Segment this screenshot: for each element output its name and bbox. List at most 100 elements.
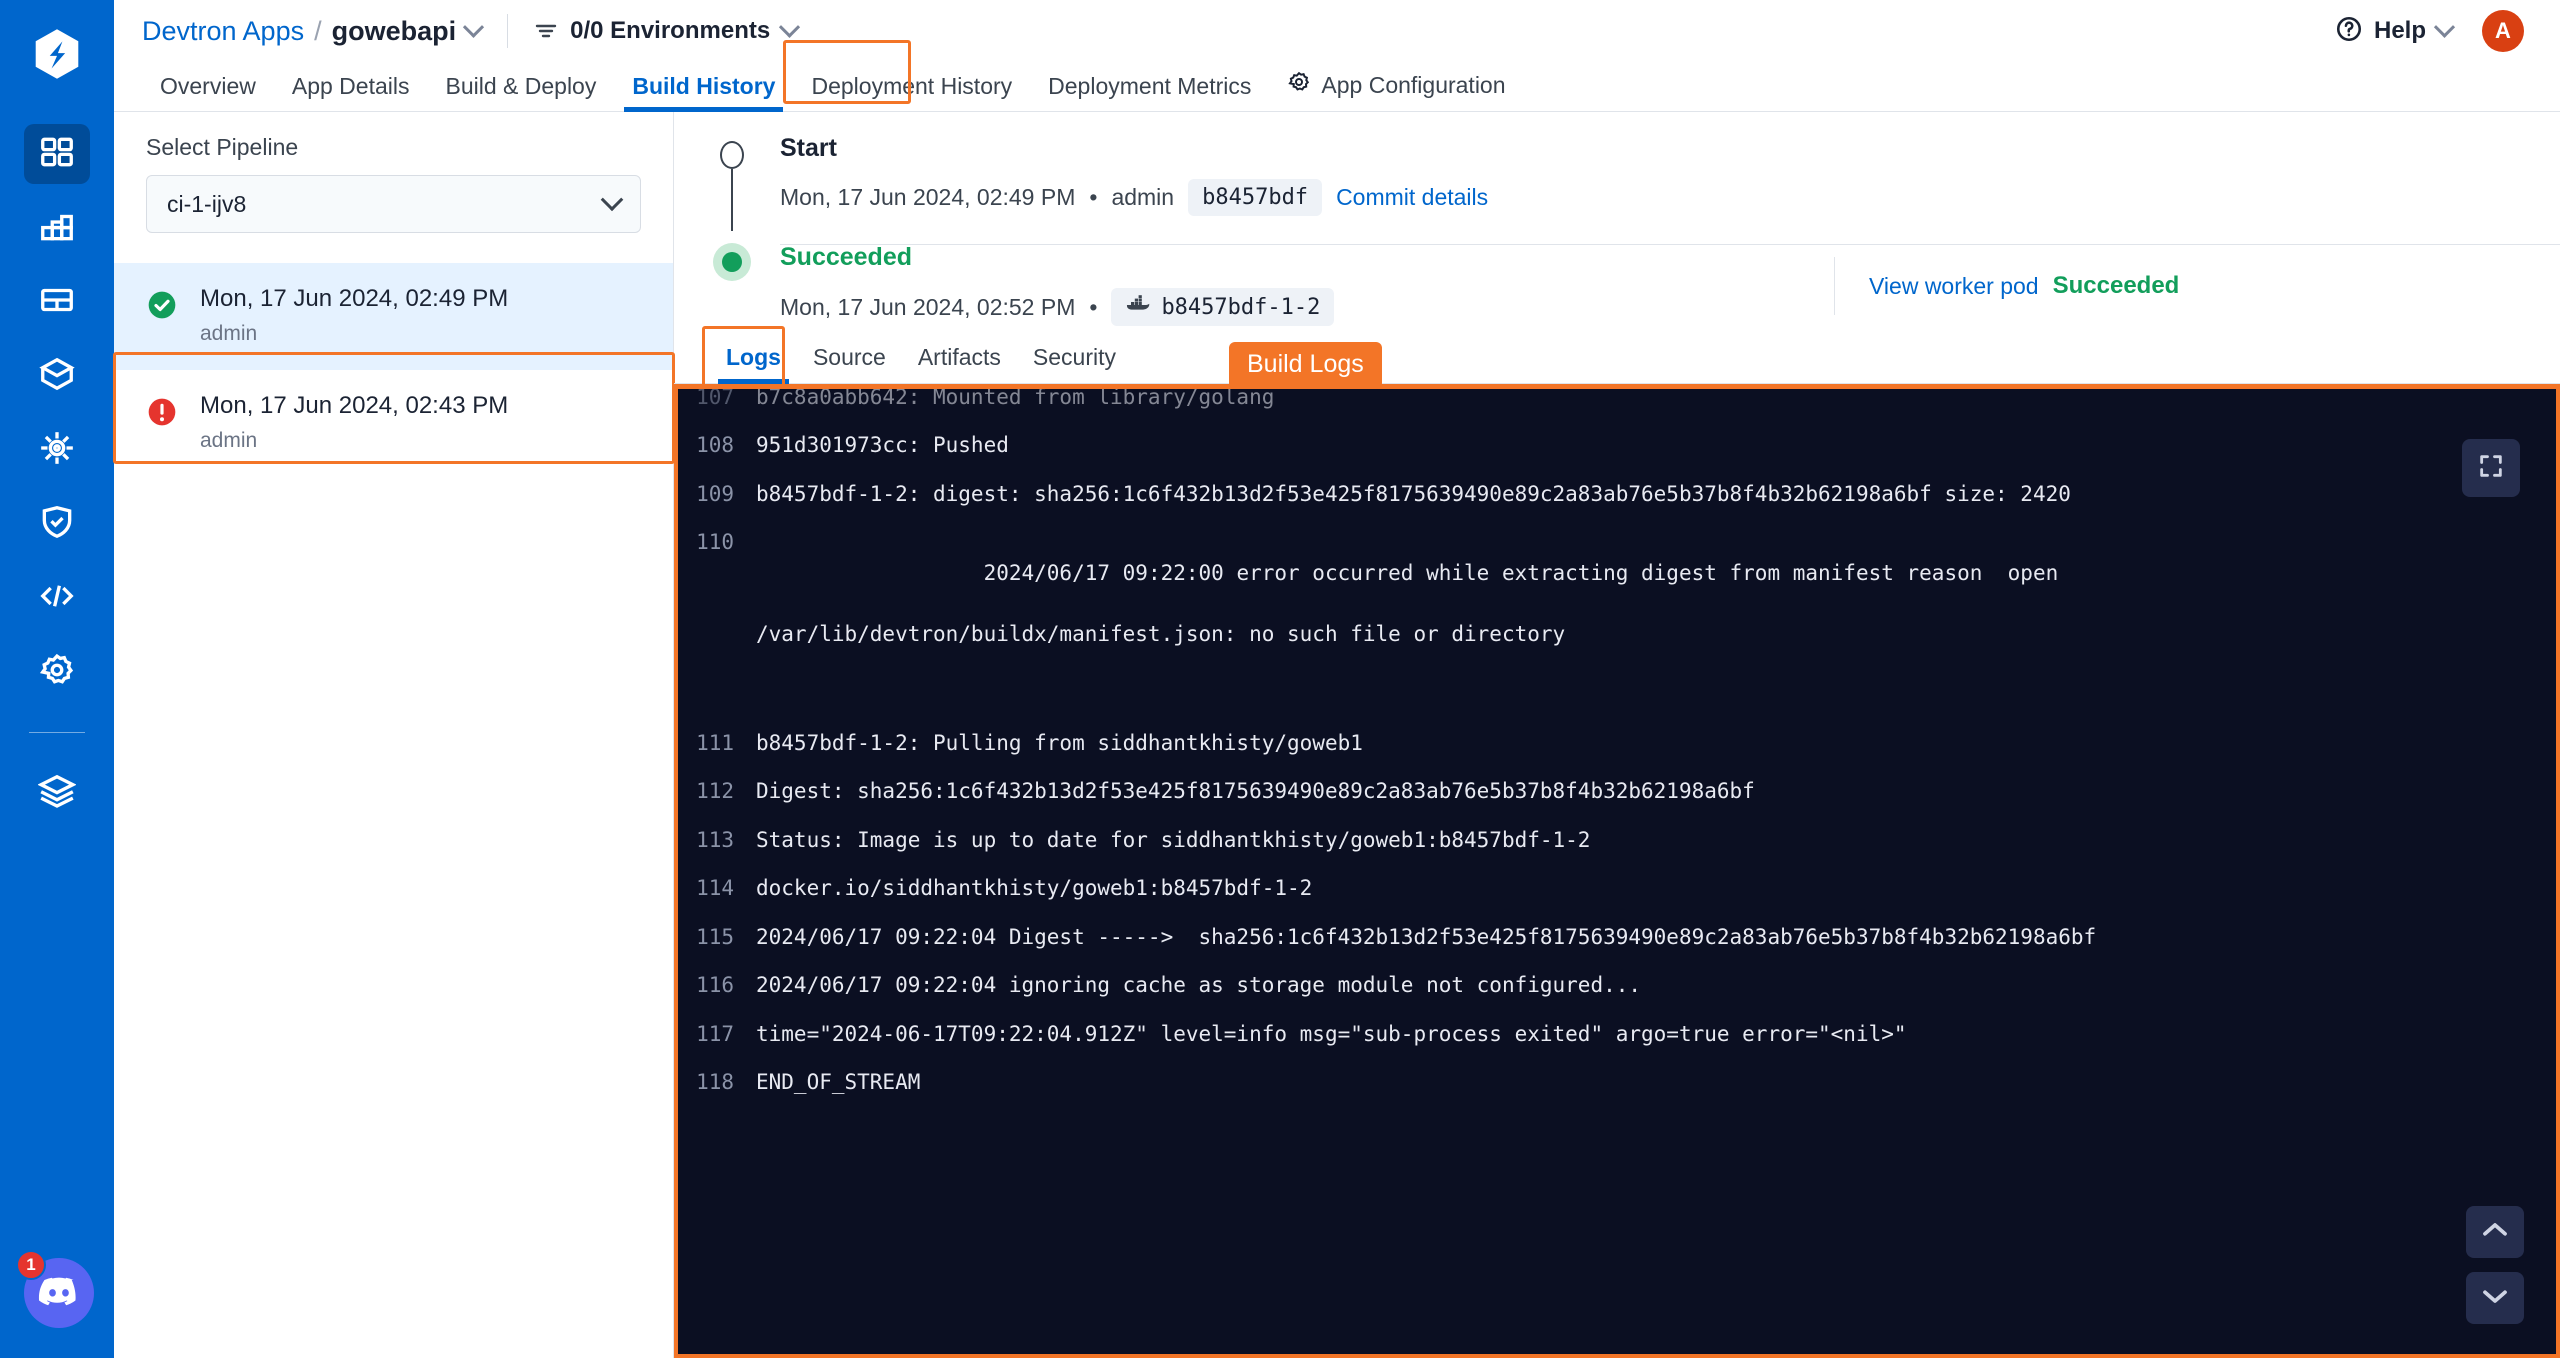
scroll-to-bottom-button[interactable]	[2466, 1272, 2524, 1324]
log-line: 110 2024/06/17 09:22:00 error occurred w…	[678, 518, 2556, 719]
discord-icon[interactable]: 1	[16, 1250, 94, 1328]
log-line-number: 108	[696, 433, 734, 458]
sidebar-item-applications[interactable]	[24, 124, 90, 184]
log-line: 117 time="2024-06-17T09:22:04.912Z" leve…	[678, 1010, 2556, 1058]
select-pipeline-label: Select Pipeline	[146, 134, 299, 160]
sidebar-item-stack-manager[interactable]	[24, 763, 90, 823]
subtab-label: Source	[812, 344, 886, 370]
clusters-table-icon	[38, 281, 76, 324]
devtron-logo-icon[interactable]	[0, 0, 114, 108]
stage-rail	[710, 243, 754, 281]
log-line-text: 2024/06/17 09:22:04 ignoring cache as st…	[756, 973, 1642, 998]
commit-hash-value: b8457bdf	[1202, 185, 1309, 210]
expand-logs-button[interactable]	[2462, 439, 2520, 497]
breadcrumb-root-link[interactable]: Devtron Apps	[142, 16, 304, 47]
tab-label: Deployment Metrics	[1048, 73, 1252, 99]
chevron-down-icon	[2480, 1285, 2510, 1312]
build-logs-console[interactable]: 107 b7c8a0abb642: Mounted from library/g…	[674, 384, 2560, 1358]
chevron-down-icon[interactable]	[2433, 16, 2456, 38]
status-failed-icon	[146, 396, 178, 428]
log-line-number: 107	[696, 385, 734, 409]
tab-app-configuration[interactable]: App Configuration	[1269, 70, 1523, 111]
stage-title: Succeeded	[780, 243, 913, 271]
subtab-artifacts[interactable]: Artifacts	[902, 344, 1017, 383]
subtab-label: Security	[1032, 344, 1116, 370]
log-line-text: b8457bdf-1-2: Pulling from siddhantkhist…	[756, 730, 1363, 755]
tab-label: Overview	[160, 73, 256, 99]
build-user: admin	[200, 322, 258, 345]
pipeline-select-value: ci-1-ijv8	[167, 190, 247, 217]
log-line: 113 Status: Image is up to date for sidd…	[678, 816, 2556, 864]
left-nav-rail: 1	[0, 0, 114, 1358]
stage-title: Start	[780, 134, 837, 162]
log-line: 112 Digest: sha256:1c6f432b13d2f53e425f8…	[678, 767, 2556, 815]
build-stages: Start Mon, 17 Jun 2024, 02:49 PM • admin…	[674, 112, 2560, 326]
sidebar-item-deployments[interactable]	[24, 420, 90, 480]
log-line-number: 114	[696, 876, 734, 901]
discord-launcher[interactable]: 1	[16, 1250, 94, 1328]
commit-hash-chip[interactable]: b8457bdf	[1188, 179, 1323, 216]
avatar[interactable]: A	[2482, 10, 2524, 52]
sidebar-item-code[interactable]	[24, 568, 90, 628]
tab-app-details[interactable]: App Details	[274, 73, 428, 111]
stage-connector-line	[731, 169, 733, 231]
status-success-icon	[146, 289, 178, 321]
stage-succeeded: Succeeded Mon, 17 Jun 2024, 02:52 PM • b…	[674, 243, 2560, 326]
sidebar-item-jobs[interactable]	[24, 198, 90, 258]
stage-meta: Mon, 17 Jun 2024, 02:52 PM • b8457bdf-1-…	[780, 288, 2560, 326]
build-history-item-2[interactable]: Mon, 17 Jun 2024, 02:43 PM admin	[114, 370, 673, 477]
helm-wheel-icon	[38, 429, 76, 472]
docker-icon	[1125, 294, 1151, 320]
sidebar-item-resource-browser[interactable]	[24, 272, 90, 332]
sidebar-item-chart-store[interactable]	[24, 346, 90, 406]
tab-label: Build & Deploy	[445, 73, 597, 99]
stage-meta: Mon, 17 Jun 2024, 02:49 PM • admin b8457…	[780, 179, 2560, 216]
build-timestamp: Mon, 17 Jun 2024, 02:49 PM	[200, 285, 509, 312]
chevron-down-icon[interactable]	[779, 16, 801, 38]
sidebar-item-security[interactable]	[24, 494, 90, 554]
breadcrumb: Devtron Apps / gowebapi	[142, 16, 485, 47]
worker-pod-actions: View worker pod Succeeded	[1834, 257, 2179, 315]
meta-dot: •	[1089, 184, 1098, 210]
code-brackets-icon	[38, 577, 76, 620]
tab-build-and-deploy[interactable]: Build & Deploy	[427, 73, 614, 111]
log-line: 107 b7c8a0abb642: Mounted from library/g…	[678, 385, 2556, 421]
chevron-down-icon[interactable]	[463, 16, 485, 38]
scroll-to-top-button[interactable]	[2466, 1206, 2524, 1258]
subtab-source[interactable]: Source	[797, 344, 902, 383]
commit-details-link[interactable]: Commit details	[1336, 184, 1488, 211]
log-line: 115 2024/06/17 09:22:04 Digest -----> sh…	[678, 913, 2556, 961]
subtab-logs[interactable]: Logs	[710, 344, 797, 384]
tab-deployment-metrics[interactable]: Deployment Metrics	[1030, 73, 1269, 111]
tab-label: App Details	[291, 73, 410, 99]
log-line-text: 951d301973cc: Pushed	[756, 433, 1009, 458]
build-logs-container: 107 b7c8a0abb642: Mounted from library/g…	[674, 342, 2560, 1358]
tab-build-history[interactable]: Build History	[614, 73, 793, 112]
subtab-security[interactable]: Security	[1017, 344, 1132, 383]
environments-selector[interactable]: 0/0 Environments	[534, 16, 801, 45]
pipeline-select[interactable]: ci-1-ijv8	[146, 175, 641, 233]
log-line: 118 END_OF_STREAM	[678, 1058, 2556, 1106]
build-history-item-1[interactable]: Mon, 17 Jun 2024, 02:49 PM admin	[114, 263, 673, 370]
sidebar-item-global-configurations[interactable]	[24, 642, 90, 702]
log-line-text: 2024/06/17 09:22:00 error occurred while…	[756, 527, 2178, 710]
build-detail-subtabs: Logs Source Artifacts Security	[674, 326, 2560, 388]
app-root: 1 Devtron Apps / gowebapi 0/0 Environmen…	[0, 0, 2560, 1358]
tab-overview[interactable]: Overview	[142, 73, 274, 111]
view-worker-pod-link[interactable]: View worker pod	[1869, 273, 2039, 300]
build-timestamp: Mon, 17 Jun 2024, 02:43 PM	[200, 392, 509, 419]
chevron-down-icon	[600, 188, 624, 212]
log-line-text: Status: Image is up to date for siddhant…	[756, 827, 1591, 852]
image-tag-chip[interactable]: b8457bdf-1-2	[1111, 288, 1335, 326]
cube-icon	[38, 355, 76, 398]
tab-label: Deployment History	[811, 73, 1013, 99]
main-column: Devtron Apps / gowebapi 0/0 Environments	[113, 0, 2560, 1358]
rail-divider	[29, 732, 85, 733]
tab-deployment-history[interactable]: Deployment History	[793, 73, 1030, 111]
stage-user: admin	[1111, 184, 1175, 210]
filter-icon	[534, 19, 558, 43]
build-detail-panel: Start Mon, 17 Jun 2024, 02:49 PM • admin…	[674, 112, 2560, 1358]
log-line-text-continuation: /var/lib/devtron/buildx/manifest.json: n…	[756, 621, 1566, 646]
app-tab-bar: Overview App Details Build & Deploy Buil…	[114, 40, 2560, 112]
help-button[interactable]: Help	[2335, 15, 2456, 48]
